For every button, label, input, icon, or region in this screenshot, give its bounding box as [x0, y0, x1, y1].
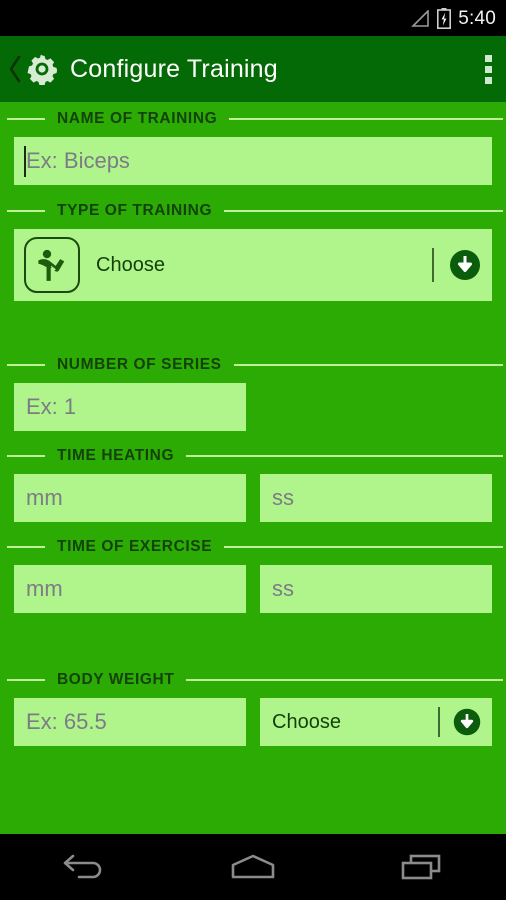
legend-label: BODY WEIGHT [57, 671, 175, 688]
legend-time-of-exercise: TIME OF EXERCISE [0, 536, 506, 558]
number-of-series-placeholder: Ex: 1 [26, 394, 77, 419]
time-heating-minutes-placeholder: mm [26, 485, 63, 510]
legend-rule-left [7, 546, 45, 548]
time-heating-minutes-input[interactable]: mm [14, 474, 246, 522]
time-heating-seconds-input[interactable]: ss [260, 474, 492, 522]
number-of-series-input[interactable]: Ex: 1 [14, 383, 246, 431]
legend-rule-left [7, 455, 45, 457]
arrow-down-circle-icon[interactable] [452, 707, 482, 737]
nav-recents-icon[interactable] [397, 852, 447, 882]
legend-name-of-training: NAME OF TRAINING [0, 108, 506, 130]
legend-rule-right [224, 546, 503, 548]
time-of-exercise-seconds-placeholder: ss [272, 576, 294, 601]
signal-triangle-icon [410, 8, 430, 27]
body-weight-placeholder: Ex: 65.5 [26, 709, 107, 734]
legend-rule-right [186, 679, 503, 681]
legend-rule-left [7, 118, 45, 120]
battery-charging-icon [437, 7, 452, 29]
fieldset-type-of-training: TYPE OF TRAINING Choose [0, 200, 506, 301]
time-of-exercise-minutes-input[interactable]: mm [14, 565, 246, 613]
page-title: Configure Training [70, 54, 278, 83]
body-weight-unit-select[interactable]: Choose [260, 698, 492, 746]
fieldset-number-of-series: NUMBER OF SERIES Ex: 1 [0, 354, 506, 431]
gear-icon[interactable] [26, 53, 58, 86]
select-divider [432, 248, 434, 282]
legend-label: NUMBER OF SERIES [57, 356, 222, 373]
text-caret [24, 146, 26, 177]
legend-label: TIME HEATING [57, 447, 175, 464]
legend-rule-right [229, 118, 503, 120]
fieldset-body-weight: BODY WEIGHT Ex: 65.5 Choose [0, 669, 506, 746]
legend-rule-left [7, 210, 45, 212]
overflow-menu-icon[interactable] [485, 54, 492, 84]
legend-number-of-series: NUMBER OF SERIES [0, 354, 506, 376]
phone-screen: 5:40 Configure Training NAME OF TRAINING [0, 0, 506, 900]
fieldset-time-heating: TIME HEATING mm ss [0, 445, 506, 522]
time-of-exercise-minutes-placeholder: mm [26, 576, 63, 601]
gymnast-figure-icon [24, 237, 80, 293]
nav-home-icon[interactable] [227, 852, 279, 882]
form-content: NAME OF TRAINING Ex: Biceps TYPE OF TRAI… [0, 102, 506, 900]
status-bar-clock: 5:40 [458, 7, 496, 29]
arrow-down-circle-icon[interactable] [448, 248, 482, 282]
legend-label: TYPE OF TRAINING [57, 202, 213, 219]
status-bar: 5:40 [0, 0, 506, 36]
legend-type-of-training: TYPE OF TRAINING [0, 200, 506, 222]
select-divider [438, 707, 440, 737]
legend-rule-left [7, 679, 45, 681]
legend-rule-right [224, 210, 503, 212]
legend-rule-right [233, 364, 503, 366]
fieldset-time-of-exercise: TIME OF EXERCISE mm ss [0, 536, 506, 613]
android-nav-bar [0, 834, 506, 900]
nav-back-icon[interactable] [59, 852, 109, 882]
name-of-training-input[interactable]: Ex: Biceps [14, 137, 492, 185]
action-bar: Configure Training [0, 36, 506, 102]
type-of-training-value: Choose [96, 253, 165, 276]
name-of-training-placeholder: Ex: Biceps [26, 148, 130, 173]
legend-rule-left [7, 364, 45, 366]
body-weight-input[interactable]: Ex: 65.5 [14, 698, 246, 746]
legend-label: TIME OF EXERCISE [57, 538, 213, 555]
legend-label: NAME OF TRAINING [57, 110, 218, 127]
legend-rule-right [186, 455, 503, 457]
time-heating-seconds-placeholder: ss [272, 485, 294, 510]
body-weight-unit-value: Choose [272, 710, 341, 733]
legend-body-weight: BODY WEIGHT [0, 669, 506, 691]
fieldset-name-of-training: NAME OF TRAINING Ex: Biceps [0, 108, 506, 185]
time-of-exercise-seconds-input[interactable]: ss [260, 565, 492, 613]
legend-time-heating: TIME HEATING [0, 445, 506, 467]
back-chevron-icon[interactable] [6, 54, 24, 84]
type-of-training-select[interactable]: Choose [14, 229, 492, 301]
